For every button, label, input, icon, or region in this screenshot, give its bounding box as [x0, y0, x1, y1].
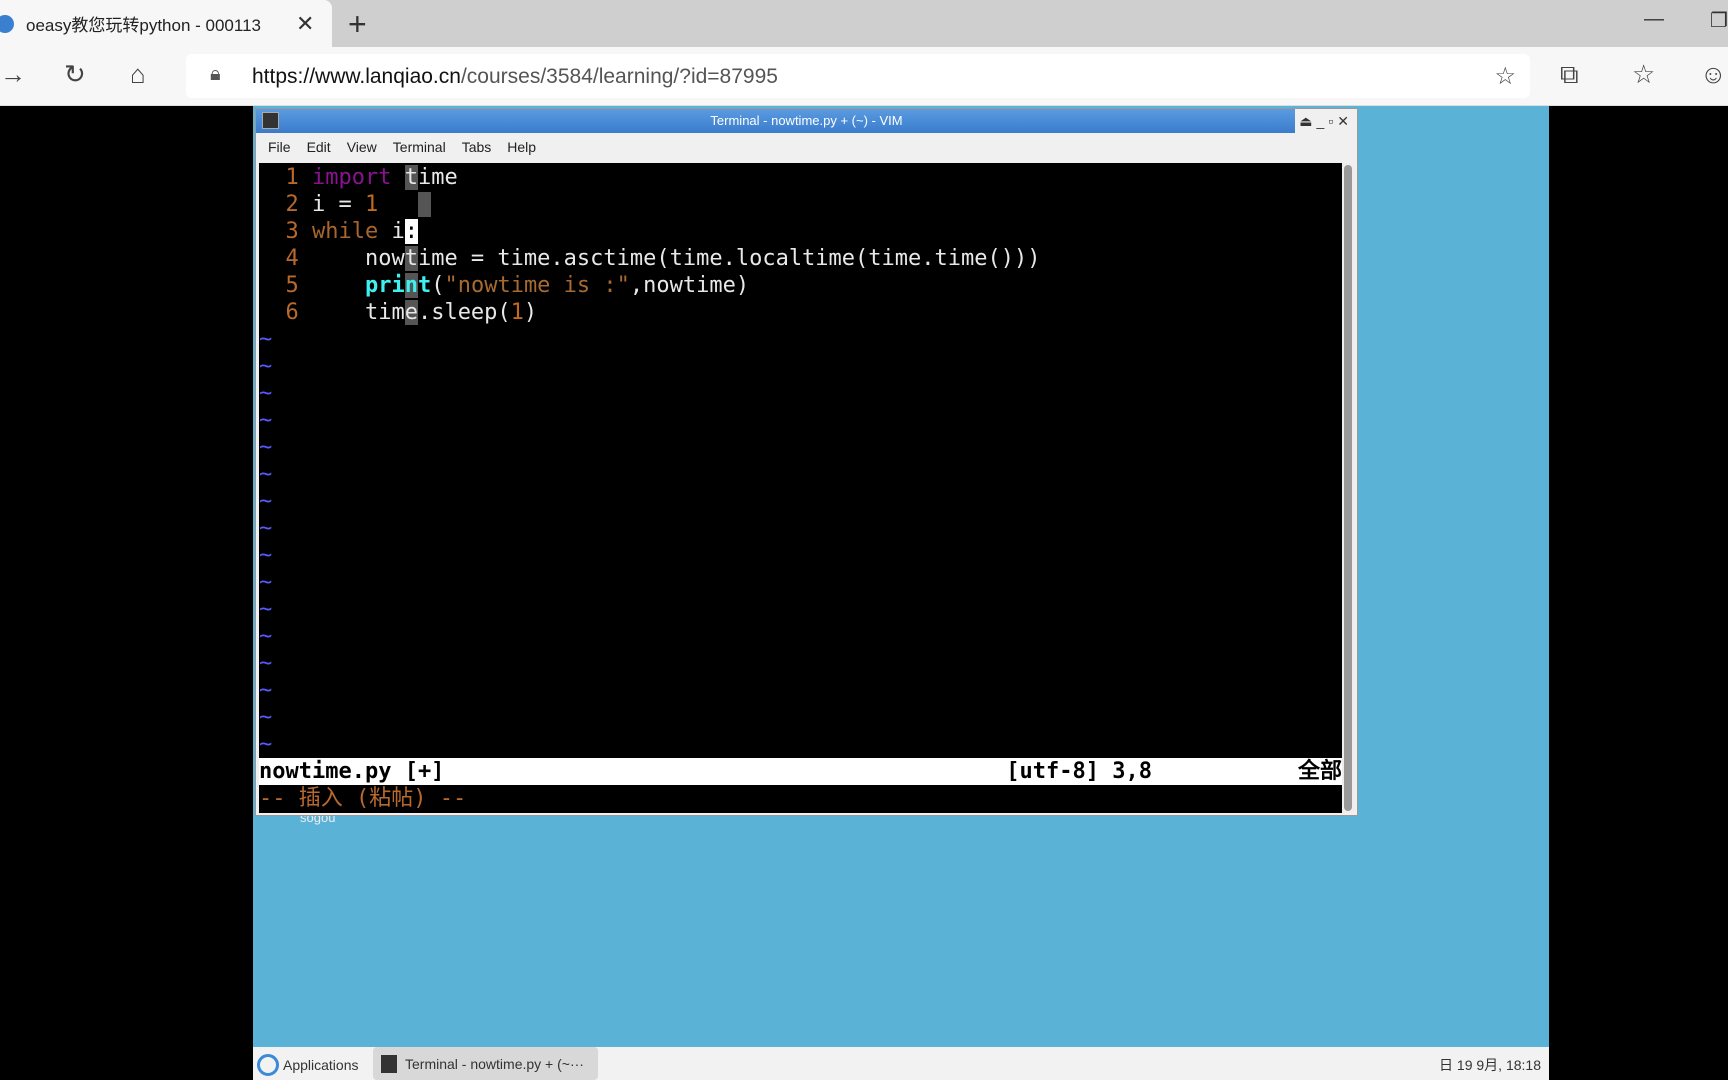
taskbar-item-label: Terminal - nowtime.py + (~··· [405, 1055, 584, 1072]
empty-line-tilde: ~ [259, 516, 273, 541]
menu-edit[interactable]: Edit [307, 139, 331, 155]
menu-help[interactable]: Help [507, 139, 536, 155]
taskbar-terminal-item[interactable]: Terminal - nowtime.py + (~··· [373, 1047, 598, 1080]
empty-line-tilde: ~ [259, 705, 273, 730]
empty-line-tilde: ~ [259, 327, 273, 352]
menu-terminal[interactable]: Terminal [393, 139, 446, 155]
lock-icon: 🔒︎ [210, 63, 221, 85]
xfce-logo-icon [257, 1054, 279, 1076]
status-position: [utf-8] 3,8 [1006, 759, 1152, 784]
favicon-icon [0, 14, 14, 33]
empty-line-tilde: ~ [259, 597, 273, 622]
empty-line-tilde: ~ [259, 435, 273, 460]
empty-line-tilde: ~ [259, 543, 273, 568]
url-path: /courses/3584/learning/?id=87995 [460, 65, 778, 88]
empty-line-tilde: ~ [259, 624, 273, 649]
window-controls[interactable]: ⏏_▫✕ [1295, 109, 1357, 133]
add-favorite-icon[interactable]: ☆ [1494, 62, 1516, 91]
home-icon[interactable]: ⌂ [130, 59, 146, 90]
taskbar: Applications Terminal - nowtime.py + (~·… [253, 1047, 1549, 1080]
code-line: 6 time.sleep(1) [259, 300, 538, 325]
code-line: 1 import time [259, 165, 458, 190]
code-line: 4 nowtime = time.asctime(time.localtime(… [259, 246, 1041, 271]
clock: 日 19 9月, 18:18 [1439, 1057, 1541, 1073]
empty-line-tilde: ~ [259, 408, 273, 433]
code-line: 3 while i: [259, 219, 418, 244]
vim-editor[interactable]: 1 import time 2 i = 1 3 while i: 4 nowti… [259, 163, 1342, 813]
menu-file[interactable]: File [268, 139, 291, 155]
empty-line-tilde: ~ [259, 354, 273, 379]
tab-title: oeasy教您玩转python - 000113 [26, 16, 261, 35]
minimize-button[interactable]: — [1644, 8, 1664, 31]
profile-avatar[interactable]: ☺ [1700, 59, 1727, 90]
favorites-icon[interactable]: ☆ [1632, 59, 1655, 90]
new-tab-button[interactable]: + [348, 6, 367, 43]
url-text: https://www.lanqiao.cn/courses/3584/lear… [252, 65, 778, 89]
empty-line-tilde: ~ [259, 381, 273, 406]
applications-label: Applications [283, 1057, 359, 1073]
tab-bar: oeasy教您玩转python - 000113 ✕ + — ❐ [0, 0, 1728, 47]
empty-line-tilde: ~ [259, 651, 273, 676]
close-tab-icon[interactable]: ✕ [296, 11, 314, 37]
url-host: https://www.lanqiao.cn [252, 65, 461, 88]
status-filename: nowtime.py [+] [259, 759, 445, 784]
title-bar[interactable]: Terminal - nowtime.py + (~) - VIM ⏏_▫✕ [256, 109, 1357, 133]
code-line: 5 print("nowtime is :",nowtime) [259, 273, 750, 298]
address-bar[interactable]: 🔒︎ https://www.lanqiao.cn/courses/3584/l… [186, 54, 1530, 98]
browser-tab[interactable]: oeasy教您玩转python - 000113 ✕ [0, 0, 332, 47]
terminal-icon [381, 1054, 397, 1073]
empty-line-tilde: ~ [259, 489, 273, 514]
refresh-icon[interactable]: ↻ [64, 59, 86, 90]
empty-line-tilde: ~ [259, 732, 273, 757]
status-scroll: 全部 [1297, 759, 1342, 784]
window-title: Terminal - nowtime.py + (~) - VIM [710, 113, 903, 128]
terminal-icon [262, 112, 279, 129]
extensions-icon[interactable]: ⧉ [1560, 59, 1579, 91]
empty-line-tilde: ~ [259, 678, 273, 703]
restore-button[interactable]: ❐ [1710, 8, 1728, 33]
menu-tabs[interactable]: Tabs [462, 139, 492, 155]
terminal-window: Terminal - nowtime.py + (~) - VIM ⏏_▫✕ F… [255, 108, 1358, 816]
empty-line-tilde: ~ [259, 462, 273, 487]
menu-view[interactable]: View [347, 139, 377, 155]
menu-bar: File Edit View Terminal Tabs Help [256, 133, 1357, 161]
scrollbar[interactable] [1342, 163, 1354, 813]
forward-icon[interactable]: → [0, 59, 26, 90]
vim-status-line: nowtime.py [+] [utf-8] 3,8 全部 [259, 758, 1342, 785]
empty-line-tilde: ~ [259, 570, 273, 595]
applications-menu[interactable]: Applications [257, 1054, 359, 1076]
code-line: 2 i = 1 [259, 191, 1342, 218]
vim-mode-line: -- 插入 (粘帖) -- [259, 786, 467, 811]
nav-bar: → ↻ ⌂ 🔒︎ https://www.lanqiao.cn/courses/… [0, 47, 1728, 106]
